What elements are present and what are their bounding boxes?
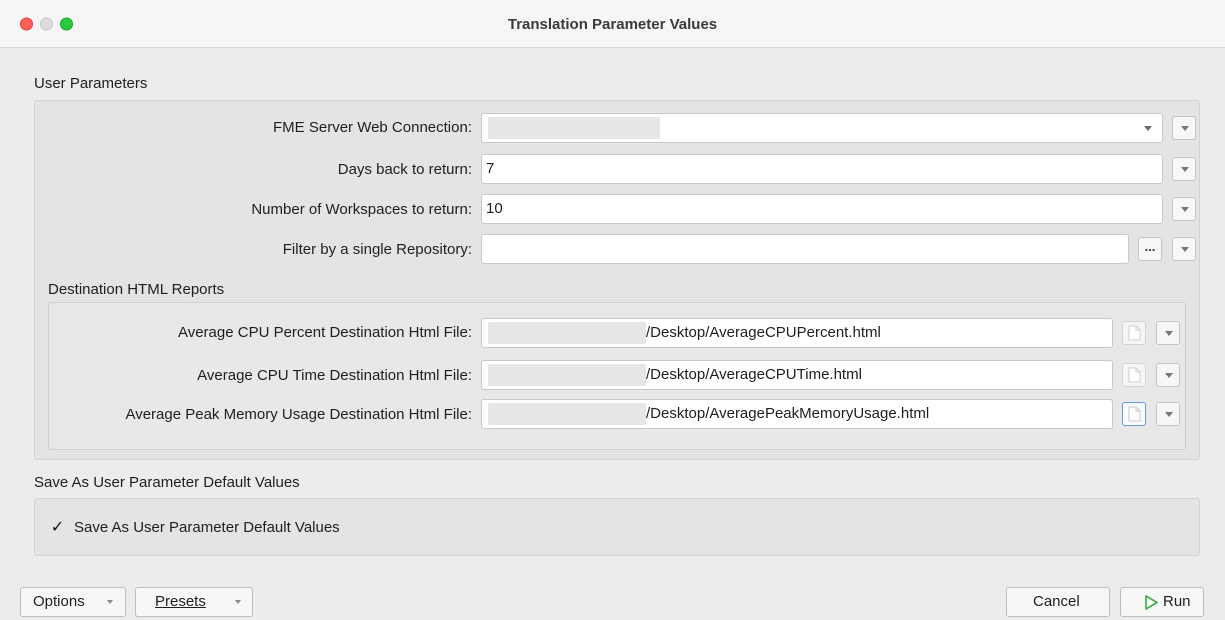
num-workspaces-label: Number of Workspaces to return: [251,201,472,218]
chevron-down-icon [1181,207,1189,212]
peak-memory-file-input[interactable]: /Desktop/AveragePeakMemoryUsage.html [481,399,1113,429]
cpu-time-browse-button[interactable] [1122,363,1146,387]
repository-label: Filter by a single Repository: [282,241,472,258]
save-defaults-checkbox-label: Save As User Parameter Default Values [74,519,340,536]
chevron-down-icon [1144,126,1152,131]
options-button[interactable]: Options [20,587,126,617]
cpu-percent-menu-button[interactable] [1156,321,1180,345]
redacted-path [488,403,646,425]
chevron-down-icon [107,600,113,604]
peak-memory-menu-button[interactable] [1156,402,1180,426]
chevron-down-icon [1165,331,1173,336]
file-icon [1128,367,1141,383]
days-back-label: Days back to return: [337,161,472,178]
run-button[interactable]: Run [1120,587,1204,617]
days-back-input[interactable]: 7 [481,154,1163,184]
save-defaults-heading: Save As User Parameter Default Values [34,474,300,491]
repository-input[interactable] [481,234,1129,264]
cpu-time-file-input[interactable]: /Desktop/AverageCPUTime.html [481,360,1113,390]
play-icon [1145,595,1158,610]
cpu-percent-label: Average CPU Percent Destination Html Fil… [177,324,472,341]
chevron-down-icon [1165,373,1173,378]
file-icon [1128,406,1141,422]
cpu-percent-browse-button[interactable] [1122,321,1146,345]
cpu-percent-file-input[interactable]: /Desktop/AverageCPUPercent.html [481,318,1113,348]
repository-menu-button[interactable] [1172,237,1196,261]
days-back-menu-button[interactable] [1172,157,1196,181]
fme-connection-select[interactable] [481,113,1163,143]
chevron-down-icon [1181,126,1189,131]
presets-button[interactable]: Presets [135,587,253,617]
redacted-value [488,117,660,139]
cpu-time-label: Average CPU Time Destination Html File: [197,367,472,384]
user-parameters-heading: User Parameters [34,75,148,92]
save-defaults-checkbox[interactable]: ✓ [50,520,65,536]
cpu-time-menu-button[interactable] [1156,363,1180,387]
redacted-path [488,364,646,386]
fme-connection-label: FME Server Web Connection: [273,119,472,136]
chevron-down-icon [235,600,241,604]
peak-memory-label: Average Peak Memory Usage Destination Ht… [125,406,472,423]
repository-browse-button[interactable]: ... [1138,237,1162,261]
destination-reports-heading: Destination HTML Reports [48,281,225,298]
chevron-down-icon [1181,167,1189,172]
chevron-down-icon [1165,412,1173,417]
peak-memory-browse-button[interactable] [1122,402,1146,426]
window-title: Translation Parameter Values [507,16,718,33]
redacted-path [488,322,646,344]
num-workspaces-menu-button[interactable] [1172,197,1196,221]
file-icon [1128,325,1141,341]
fme-connection-menu-button[interactable] [1172,116,1196,140]
cancel-button[interactable]: Cancel [1006,587,1110,617]
title-bar: Translation Parameter Values [0,0,1225,48]
num-workspaces-input[interactable]: 10 [481,194,1163,224]
chevron-down-icon [1181,247,1189,252]
